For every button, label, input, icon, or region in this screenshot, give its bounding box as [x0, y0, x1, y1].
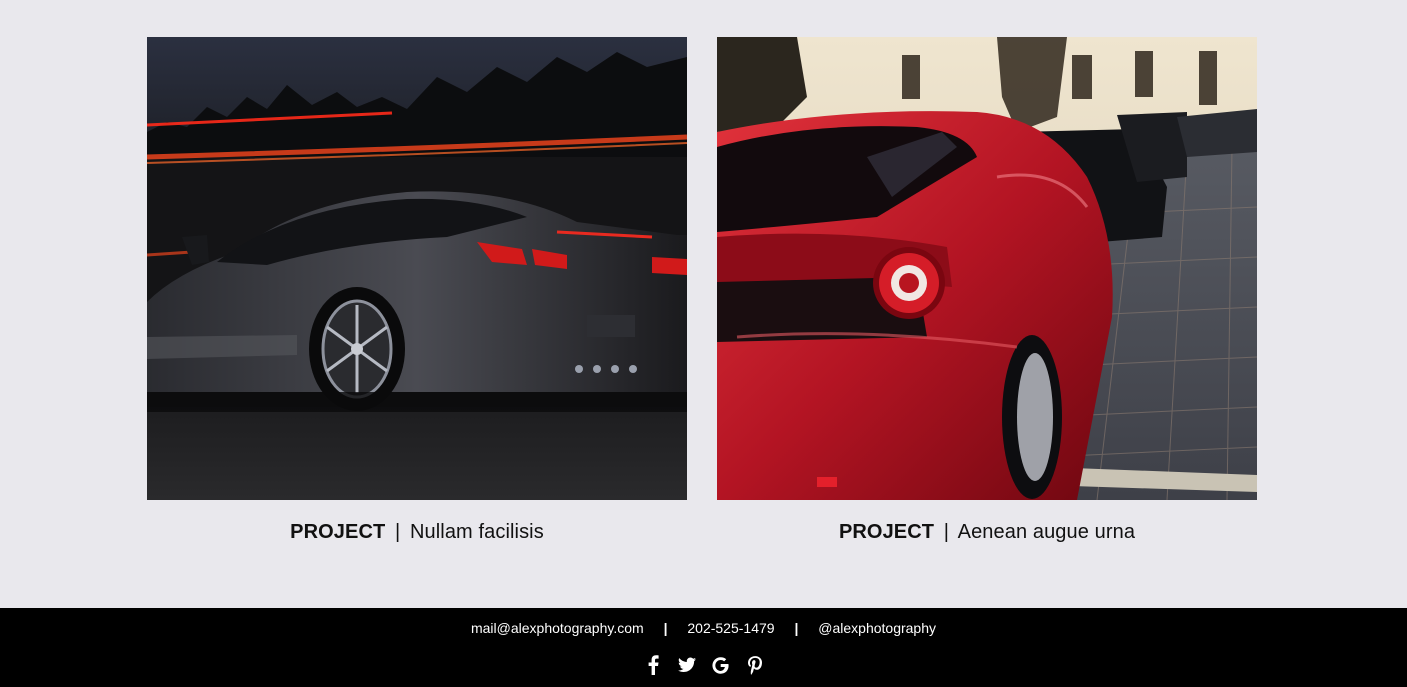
project-title: Aenean augue urna [957, 521, 1136, 543]
email-link[interactable]: mail@alexphotography.com [471, 620, 644, 636]
page: PROJECT | Nullam facilisis PROJECT | Aen… [0, 0, 1407, 687]
project-label: PROJECT [290, 521, 386, 543]
site-footer: mail@alexphotography.com | 202-525-1479 … [0, 608, 1407, 687]
contact-divider: | [794, 620, 799, 636]
project-caption-2: PROJECT | Aenean augue urna [717, 521, 1257, 545]
red-sports-car-image [717, 37, 1257, 500]
contact-divider: | [663, 620, 668, 636]
social-handle-link[interactable]: @alexphotography [818, 620, 936, 636]
pinterest-icon[interactable] [745, 654, 765, 676]
social-links [0, 654, 1407, 676]
project-gallery: PROJECT | Nullam facilisis PROJECT | Aen… [147, 37, 1257, 557]
dark-sports-car-image [147, 37, 687, 500]
project-label: PROJECT [838, 521, 935, 543]
project-title: Nullam facilisis [409, 521, 544, 543]
caption-separator: | [943, 521, 950, 543]
phone-link[interactable]: 202-525-1479 [687, 620, 774, 636]
facebook-icon[interactable] [643, 654, 663, 676]
project-caption-1: PROJECT | Nullam facilisis [147, 521, 687, 545]
contact-line: mail@alexphotography.com | 202-525-1479 … [0, 620, 1407, 636]
project-card-2: PROJECT | Aenean augue urna [717, 37, 1257, 557]
google-icon[interactable] [711, 654, 731, 676]
project-photo-1[interactable] [147, 37, 687, 500]
project-photo-2[interactable] [717, 37, 1257, 500]
twitter-icon[interactable] [677, 654, 697, 676]
caption-separator: | [395, 521, 401, 543]
project-card-1: PROJECT | Nullam facilisis [147, 37, 687, 557]
